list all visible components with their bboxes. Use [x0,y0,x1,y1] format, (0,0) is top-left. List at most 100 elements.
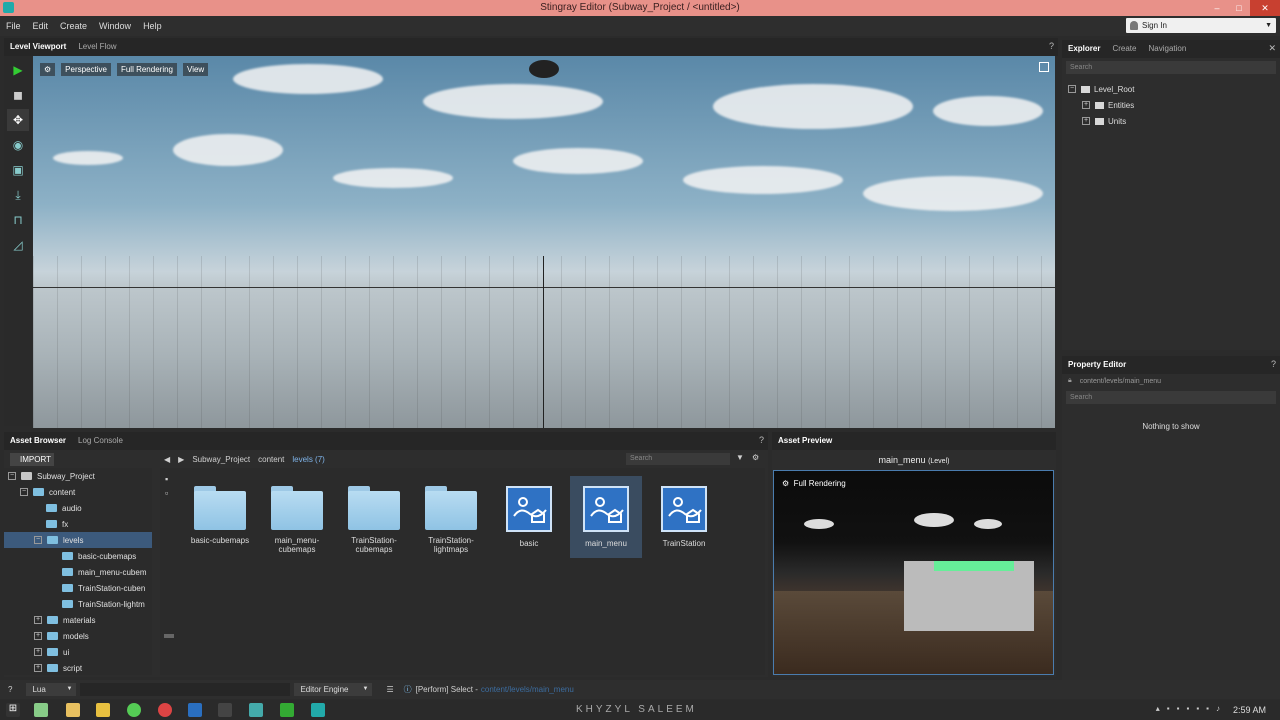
close-icon[interactable]: ✕ [1268,43,1276,54]
import-button[interactable]: IMPORT [10,453,54,466]
list-icon[interactable]: ☰ [386,685,393,694]
play-icon[interactable]: ▶ [7,59,29,81]
breadcrumb-levels[interactable]: levels (7) [292,455,324,464]
tree-item-content[interactable]: − content [4,484,152,500]
explorer-search-input[interactable]: Search [1066,61,1276,74]
magnet-snap-icon[interactable]: ⊓ [7,209,29,231]
help-icon[interactable]: ? [1049,41,1054,51]
chrome-icon[interactable] [158,703,172,717]
tab-asset-preview[interactable]: Asset Preview [772,432,838,450]
windows-start-icon[interactable]: ⊞ [6,703,20,717]
tab-navigation[interactable]: Navigation [1142,40,1192,58]
asset-level-main-menu[interactable]: main_menu [570,476,642,558]
scale-tool-icon[interactable]: ▣ [7,159,29,181]
taskbar-app-icon[interactable] [127,703,141,717]
menu-window[interactable]: Window [93,21,137,31]
tray-icon[interactable]: ▪ [1206,704,1209,713]
menu-edit[interactable]: Edit [27,21,55,31]
tray-icon[interactable]: ▪ [1186,704,1189,713]
tree-item-ui[interactable]: + ui [4,644,152,660]
tree-item-basic-cubemaps[interactable]: basic-cubemaps [4,548,152,564]
tab-asset-browser[interactable]: Asset Browser [4,432,72,450]
move-tool-icon[interactable]: ✥ [7,109,29,131]
help-icon[interactable]: ? [759,435,764,445]
taskbar-app-icon[interactable] [34,703,48,717]
tray-icon[interactable]: ▪ [1177,704,1180,713]
file-explorer-icon[interactable] [66,703,80,717]
preview-render[interactable]: ⚙ Full Rendering [773,470,1054,675]
tree-item-units[interactable]: + Units [1068,113,1280,129]
tab-create[interactable]: Create [1106,40,1142,58]
filter-icon[interactable]: ▼ [736,453,744,462]
breadcrumb-root[interactable]: Subway_Project [192,455,250,464]
perspective-button[interactable]: Perspective [61,62,111,76]
language-select[interactable]: Lua ▼ [26,683,77,696]
taskbar-app-icon[interactable] [249,703,263,717]
zoom-slider[interactable] [164,634,174,638]
tree-item-level-root[interactable]: − Level_Root [1068,81,1280,97]
command-input[interactable] [80,683,291,696]
asset-folder-trainstation-lightmaps[interactable]: TrainStation-lightmaps [415,486,487,554]
close-button[interactable]: ✕ [1250,0,1280,16]
gamepad-icon[interactable]: ◼ [7,84,29,106]
stingray-taskbar-icon[interactable] [311,703,325,717]
tree-item-trainstation-lightmaps[interactable]: TrainStation-lightm [4,596,152,612]
minimize-button[interactable]: – [1206,0,1228,16]
asset-level-basic[interactable]: basic [493,486,565,548]
maximize-button[interactable]: □ [1228,0,1250,16]
tray-icon[interactable]: ▪ [1196,704,1199,713]
taskbar-app-icon[interactable] [96,703,110,717]
tree-item-audio[interactable]: audio [4,500,152,516]
view-button[interactable]: View [183,62,209,76]
asset-folder-basic-cubemaps[interactable]: basic-cubemaps [184,486,256,545]
breadcrumb-content[interactable]: content [258,455,284,464]
forward-arrow-icon[interactable]: ▶ [178,455,184,464]
back-arrow-icon[interactable]: ◀ [164,455,170,464]
tree-item-script[interactable]: + script [4,660,152,675]
property-search-input[interactable]: Search [1066,391,1276,404]
asset-folder-trainstation-cubemaps[interactable]: TrainStation-cubemaps [338,486,410,554]
tree-item-models[interactable]: + models [4,628,152,644]
taskbar-app-icon[interactable] [280,703,294,717]
menu-help[interactable]: Help [137,21,168,31]
viewport-settings-icon[interactable]: ⚙ [40,62,56,76]
light-gizmo-icon[interactable] [529,60,559,78]
tree-item-fx[interactable]: fx [4,516,152,532]
engine-select[interactable]: Editor Engine ▼ [294,683,373,696]
help-icon[interactable]: ? [1271,359,1276,369]
tab-level-flow[interactable]: Level Flow [72,38,122,56]
tree-item-entities[interactable]: + Entities [1068,97,1280,113]
tray-icon[interactable]: ▪ [1167,704,1170,713]
tab-log-console[interactable]: Log Console [72,432,129,450]
level-view-icon[interactable]: ▫ [165,488,168,498]
volume-icon[interactable]: ♪ [1216,704,1220,713]
help-icon[interactable]: ? [8,685,12,694]
lock-icon[interactable]: 🔒︎ [1068,377,1072,385]
menu-create[interactable]: Create [54,21,93,31]
ruler-icon[interactable]: ◿ [7,234,29,256]
tab-level-viewport[interactable]: Level Viewport [4,38,72,56]
folder-view-icon[interactable]: ▪ [165,474,168,484]
tree-item-main-menu-cubemaps[interactable]: main_menu-cubem [4,564,152,580]
snap-to-ground-icon[interactable]: ⤓ [7,184,29,206]
asset-level-trainstation[interactable]: TrainStation [648,486,720,548]
sign-in-dropdown[interactable]: Sign In ▼ [1126,18,1276,33]
tree-item-materials[interactable]: + materials [4,612,152,628]
outlook-icon[interactable] [188,703,202,717]
full-rendering-button[interactable]: Full Rendering [116,62,177,76]
settings-icon[interactable]: ⚙ [752,453,759,462]
tab-explorer[interactable]: Explorer [1062,40,1106,58]
taskbar-app-icon[interactable] [218,703,232,717]
maximize-viewport-icon[interactable] [1039,62,1049,72]
asset-search-input[interactable]: Search [626,453,730,465]
tree-item-trainstation-cubemaps[interactable]: TrainStation-cuben [4,580,152,596]
level-viewport[interactable] [33,56,1055,428]
menu-file[interactable]: File [0,21,27,31]
tree-item-levels[interactable]: − levels [4,532,152,548]
asset-folder-main-menu-cubemaps[interactable]: main_menu-cubemaps [261,486,333,554]
tray-icon[interactable]: ▴ [1156,704,1160,713]
folder-icon [348,486,400,530]
tab-property-editor[interactable]: Property Editor [1062,356,1132,374]
rotate-tool-icon[interactable]: ◉ [7,134,29,156]
tree-item-subway-project[interactable]: − Subway_Project [4,468,152,484]
